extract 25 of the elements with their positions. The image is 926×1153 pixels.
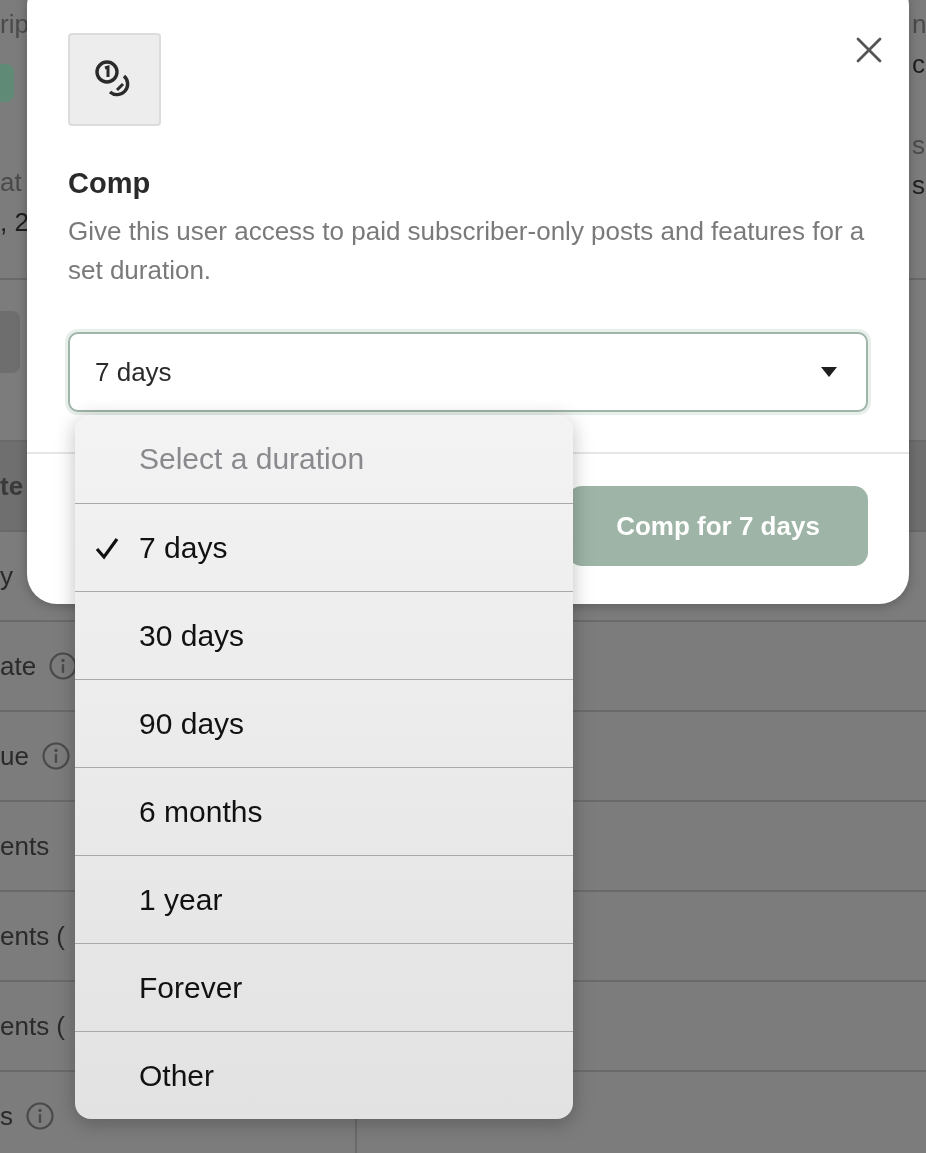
row-label: s: [0, 1100, 13, 1132]
row-label: ue: [0, 740, 29, 772]
close-icon[interactable]: [854, 35, 884, 65]
menu-option[interactable]: 7 days: [75, 503, 573, 591]
field-value: si: [912, 169, 926, 202]
row-label: ate: [0, 650, 37, 682]
dialog-description: Give this user access to paid subscriber-only posts and features for a set duration.: [68, 215, 866, 287]
field-value: , 2: [0, 206, 29, 239]
duration-select[interactable]: 7 days: [68, 332, 868, 412]
caret-icon: [820, 366, 838, 378]
coins-icon: [68, 33, 161, 126]
field-value: c: [912, 48, 925, 81]
status-badge: [0, 64, 14, 102]
menu-option[interactable]: 90 days: [75, 679, 573, 767]
menu-option[interactable]: 6 months: [75, 767, 573, 855]
menu-option[interactable]: 1 year: [75, 855, 573, 943]
row-label: ents (: [0, 1010, 66, 1042]
menu-option[interactable]: Forever: [75, 943, 573, 1031]
checkmark-icon: [95, 535, 119, 560]
menu-option[interactable]: 30 days: [75, 591, 573, 679]
dialog-title: Comp: [68, 166, 152, 201]
menu-option[interactable]: Other: [75, 1031, 573, 1119]
row-label: ents (: [0, 920, 66, 952]
row-label: y: [0, 560, 13, 592]
row-label: ents: [0, 830, 50, 862]
